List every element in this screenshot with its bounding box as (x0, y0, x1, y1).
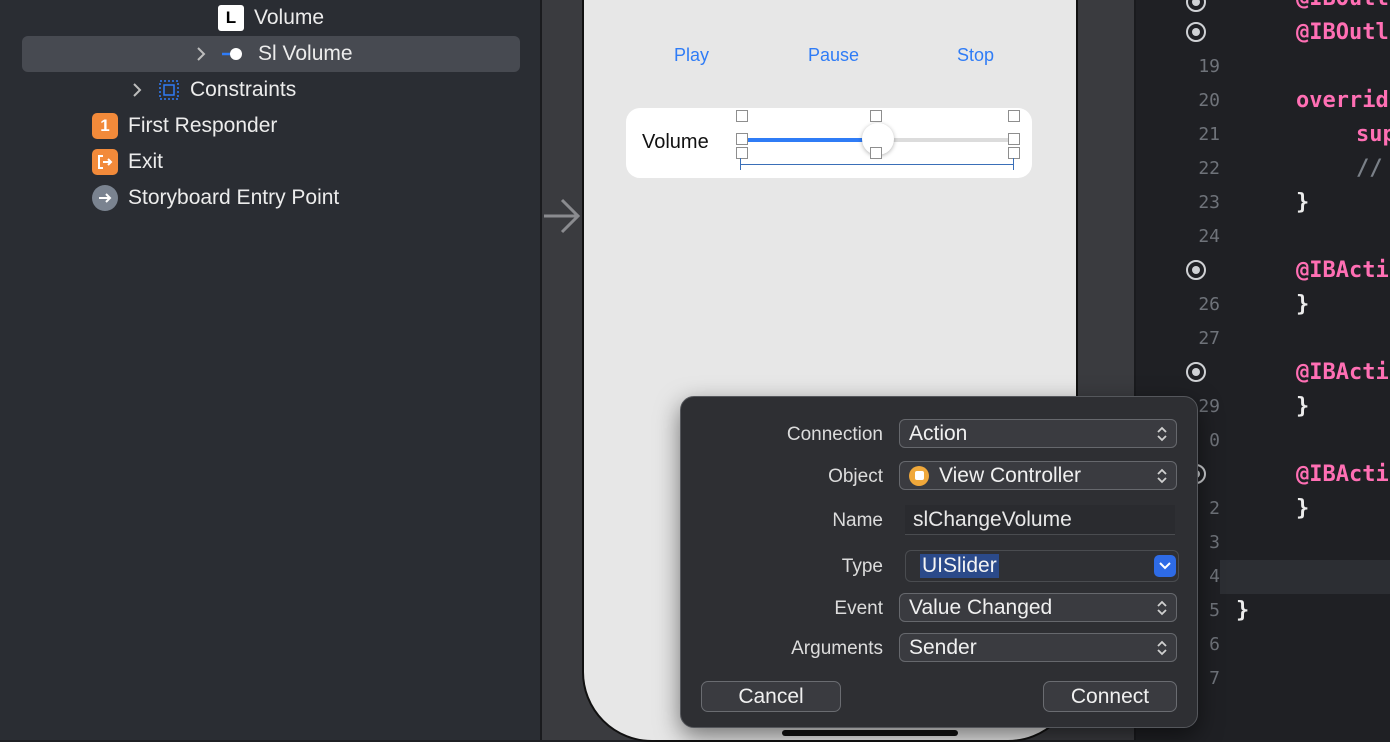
selection-handle[interactable] (736, 147, 748, 159)
code-line: @IBOutl (1296, 0, 1389, 11)
volume-label: Volume (642, 131, 709, 153)
selection-handle[interactable] (870, 147, 882, 159)
line-number: 23 (1198, 192, 1220, 213)
outline-item-entry-point[interactable]: Storyboard Entry Point (92, 180, 339, 216)
volume-slider[interactable] (736, 110, 1022, 170)
chevron-right-icon[interactable] (194, 47, 208, 61)
stop-button[interactable]: Stop (951, 44, 1000, 67)
type-label: Type (841, 556, 883, 577)
volume-stack-view[interactable]: Volume (626, 108, 1032, 178)
code-line: @IBActi (1296, 462, 1389, 487)
first-responder-icon: 1 (92, 113, 118, 139)
chevron-updown-icon (1157, 426, 1167, 442)
cancel-button[interactable]: Cancel (701, 681, 841, 712)
event-select[interactable]: Value Changed (899, 593, 1177, 622)
outline-item-exit[interactable]: Exit (92, 144, 163, 180)
selection-handle[interactable] (736, 110, 748, 122)
outline-item-label: Constraints (190, 78, 297, 101)
outline-item-sl-volume[interactable]: Sl Volume (22, 36, 520, 72)
code-line: } (1236, 598, 1250, 623)
dropdown-button[interactable] (1154, 555, 1176, 577)
outline-item-label: Storyboard Entry Point (128, 186, 340, 209)
dimension-line (740, 164, 1014, 165)
code-line: } (1296, 496, 1310, 521)
code-line: @IBOutl (1296, 20, 1389, 45)
code-line: } (1296, 292, 1310, 317)
name-value: slChangeVolume (913, 507, 1072, 531)
arguments-value: Sender (909, 635, 977, 659)
line-number: 21 (1198, 124, 1220, 145)
selection-handle[interactable] (1008, 147, 1020, 159)
event-label: Event (834, 598, 883, 619)
outline-item-label: Sl Volume (258, 42, 353, 65)
arguments-label: Arguments (791, 638, 883, 659)
code-line: @IBActi (1296, 258, 1389, 283)
object-select[interactable]: View Controller (899, 461, 1177, 490)
code-line: } (1296, 394, 1310, 419)
type-value: UISlider (920, 554, 999, 578)
outline-item-label: Exit (128, 150, 164, 173)
object-label: Object (828, 466, 883, 487)
selection-handle[interactable] (1008, 133, 1020, 145)
chevron-updown-icon (1157, 640, 1167, 656)
label-icon: L (218, 5, 244, 31)
connection-label: Connection (786, 424, 883, 445)
code-line: overrid (1296, 88, 1389, 113)
connection-select[interactable]: Action (899, 419, 1177, 448)
connection-value: Action (909, 421, 968, 445)
chevron-down-icon (1159, 562, 1171, 570)
code-line: @IBActi (1296, 360, 1389, 385)
outline-item-label: Volume (254, 6, 325, 29)
object-value: View Controller (939, 463, 1082, 487)
action-connection-icon[interactable] (1186, 260, 1206, 280)
selection-handle[interactable] (1008, 110, 1020, 122)
home-indicator (782, 730, 958, 736)
connection-popover[interactable]: Connection Action Object View Controller… (680, 396, 1198, 728)
line-number: 20 (1198, 90, 1220, 111)
exit-icon (92, 149, 118, 175)
document-outline: L Volume Sl Volume Constraints 1 First R… (0, 0, 540, 740)
code-line: // (1356, 156, 1383, 181)
current-line-highlight (1220, 560, 1390, 594)
dimension-tick (1013, 158, 1014, 170)
chevron-right-icon[interactable] (130, 83, 144, 97)
type-combo-box[interactable]: UISlider (905, 550, 1179, 582)
selection-handle[interactable] (870, 110, 882, 122)
entry-arrow-icon (542, 196, 582, 241)
slider-track-fill (742, 138, 878, 142)
dimension-tick (740, 158, 741, 170)
view-controller-icon (909, 465, 929, 486)
code-line: } (1296, 190, 1310, 215)
line-number: 22 (1198, 158, 1220, 179)
selection-handle[interactable] (736, 133, 748, 145)
chevron-updown-icon (1157, 468, 1167, 484)
constraints-icon (158, 79, 180, 101)
code-line: sup (1356, 122, 1390, 147)
slider-icon (222, 44, 248, 64)
line-number: 19 (1198, 56, 1220, 77)
outlet-connection-icon[interactable] (1186, 0, 1206, 12)
line-number: 27 (1198, 328, 1220, 349)
name-field[interactable]: slChangeVolume (905, 505, 1175, 535)
arguments-select[interactable]: Sender (899, 633, 1177, 662)
line-number: 26 (1198, 294, 1220, 315)
outline-item-first-responder[interactable]: 1 First Responder (92, 108, 277, 144)
connect-button[interactable]: Connect (1043, 681, 1177, 712)
pause-button[interactable]: Pause (802, 44, 865, 67)
outline-item-volume-label[interactable]: L Volume (218, 0, 324, 36)
entry-point-icon (92, 185, 118, 211)
name-label: Name (832, 510, 883, 531)
outlet-connection-icon[interactable] (1186, 22, 1206, 42)
play-button[interactable]: Play (668, 44, 715, 67)
outline-item-constraints[interactable]: Constraints (130, 72, 296, 108)
line-number: 24 (1198, 226, 1220, 247)
action-connection-icon[interactable] (1186, 362, 1206, 382)
event-value: Value Changed (909, 595, 1053, 619)
outline-item-label: First Responder (128, 114, 278, 137)
chevron-updown-icon (1157, 600, 1167, 616)
